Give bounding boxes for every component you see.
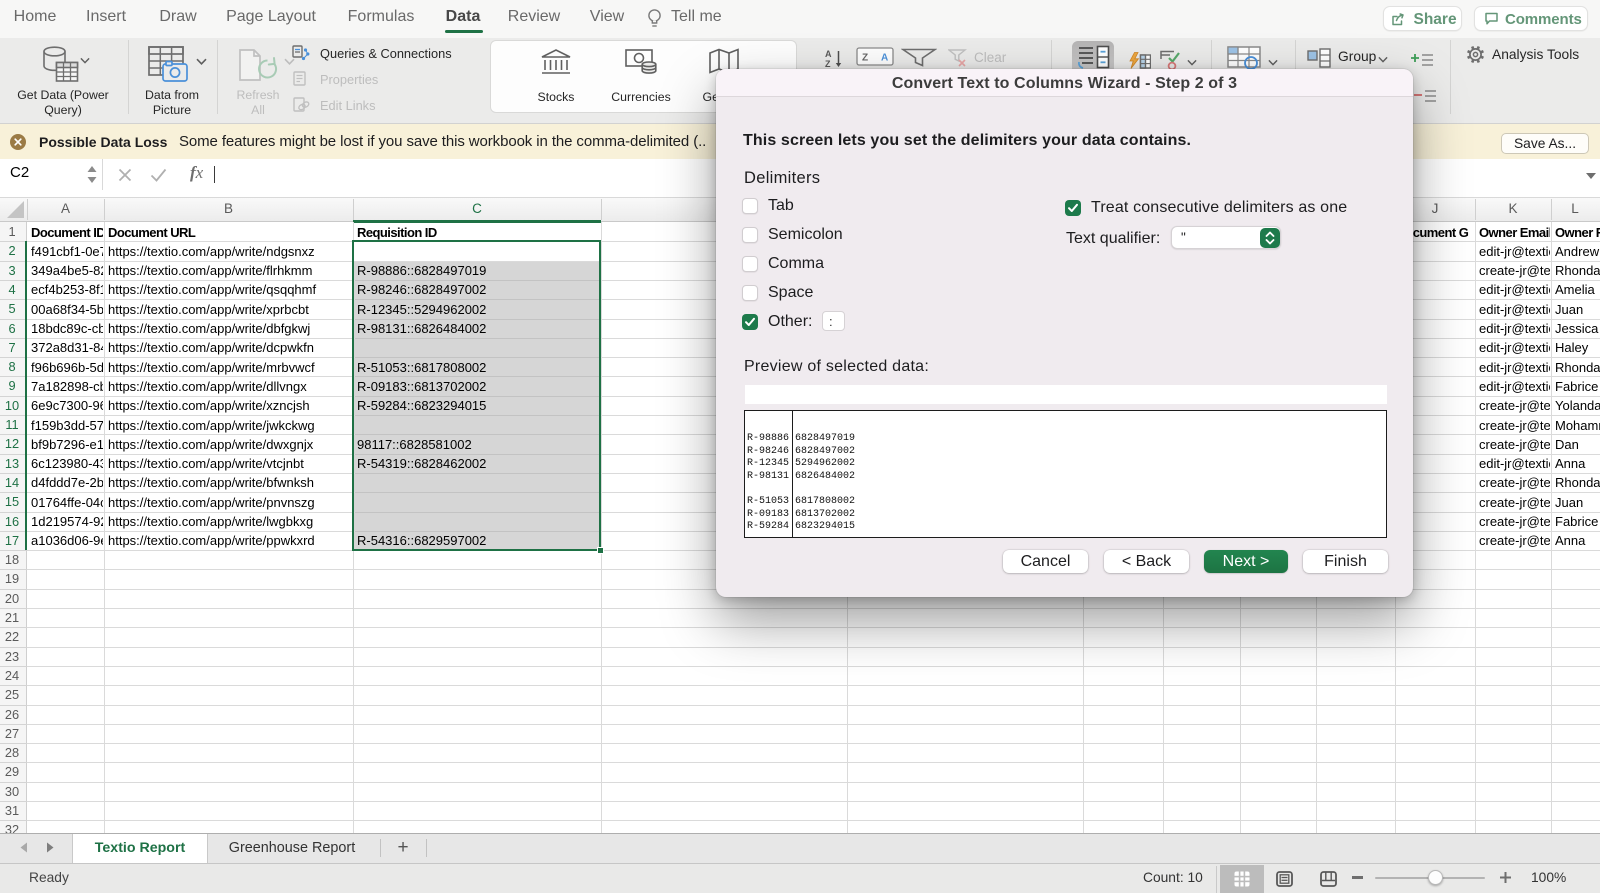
svg-text:A: A [881,53,888,64]
svg-text:Z: Z [862,53,868,64]
svg-text:Z: Z [825,59,831,68]
svg-text:A: A [825,49,832,59]
